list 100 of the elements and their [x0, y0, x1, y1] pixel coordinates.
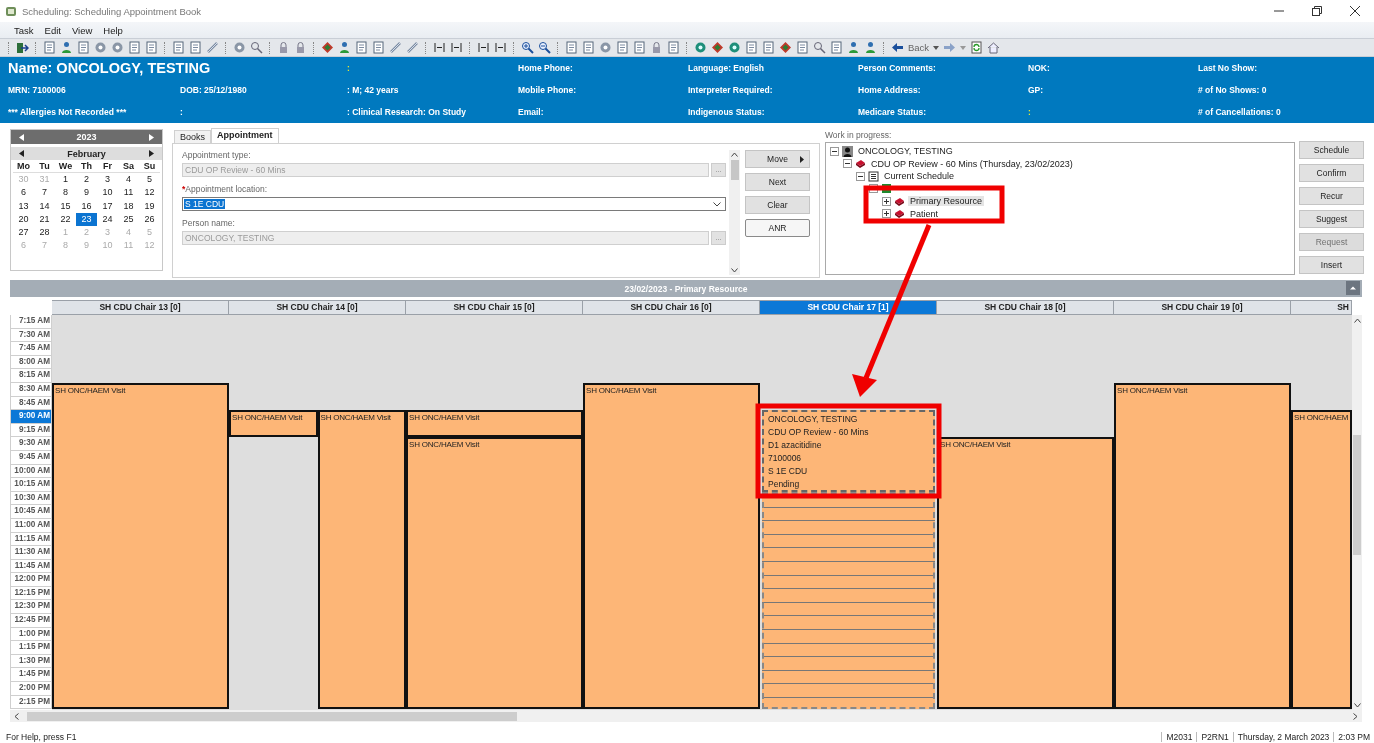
document-icon[interactable]: [582, 41, 595, 54]
expand-icon[interactable]: [882, 209, 891, 219]
appointment-block[interactable]: SH ONC/HAEM Visit: [52, 382, 229, 710]
appointment-block[interactable]: SH ONC/HAEM Visit: [406, 410, 583, 438]
previous-year-icon[interactable]: [19, 133, 24, 141]
diamond-icon[interactable]: [711, 41, 724, 54]
appointment-block[interactable]: SH ONC/HAEM Visit: [317, 410, 406, 710]
next-year-icon[interactable]: [149, 133, 154, 141]
calendar-day[interactable]: 20: [13, 212, 34, 226]
column-header[interactable]: SH CDU Chair 14 [0]: [229, 300, 406, 315]
calendar-day[interactable]: 6: [13, 186, 34, 200]
calendar-day[interactable]: 11: [118, 186, 139, 200]
document-icon[interactable]: [745, 41, 758, 54]
document-icon[interactable]: [762, 41, 775, 54]
document-icon[interactable]: [667, 41, 680, 54]
close-icon[interactable]: [1350, 6, 1360, 16]
next-month-icon[interactable]: [149, 150, 154, 157]
document-icon[interactable]: [633, 41, 646, 54]
zoom-in-icon[interactable]: [521, 41, 534, 54]
document-icon[interactable]: [43, 41, 56, 54]
lock-icon[interactable]: [277, 41, 290, 54]
action-button[interactable]: Confirm: [1299, 164, 1364, 182]
calendar-day[interactable]: 24: [97, 212, 118, 226]
scrollbar[interactable]: [1352, 315, 1362, 710]
calendar-day[interactable]: 3: [97, 173, 118, 187]
calendar-day[interactable]: 13: [13, 199, 34, 213]
diamond-icon[interactable]: [321, 41, 334, 54]
document-icon[interactable]: [172, 41, 185, 54]
calendar-day[interactable]: 26: [139, 212, 160, 226]
expand-icon[interactable]: [882, 196, 891, 206]
column-header[interactable]: SH CDU Chair 13 [0]: [52, 300, 229, 315]
scroll-down-icon[interactable]: [1353, 703, 1361, 708]
gear-icon[interactable]: [599, 41, 612, 54]
column-header[interactable]: SH CDU Chair 19 [0]: [1114, 300, 1291, 315]
scroll-right-icon[interactable]: [1353, 712, 1358, 720]
back-arrow-icon[interactable]: [891, 41, 904, 54]
person-icon[interactable]: [847, 41, 860, 54]
menu-item[interactable]: Task: [14, 24, 34, 36]
document-icon[interactable]: [145, 41, 158, 54]
lock-icon[interactable]: [650, 41, 663, 54]
refresh-icon[interactable]: [970, 41, 984, 54]
scroll-up-icon[interactable]: [1353, 318, 1361, 323]
back-button[interactable]: Back: [908, 42, 930, 53]
column-header[interactable]: SH CDU Chair 17 [1]: [760, 300, 937, 315]
appointment-block[interactable]: SH ONC/HAEM Visit: [937, 437, 1114, 710]
action-button[interactable]: Insert: [1299, 256, 1364, 274]
person-icon[interactable]: [60, 41, 73, 54]
calendar-day[interactable]: 17: [97, 199, 118, 213]
document-icon[interactable]: [372, 41, 385, 54]
document-icon[interactable]: [77, 41, 90, 54]
calendar-day[interactable]: 19: [139, 199, 160, 213]
bar-icon[interactable]: [494, 41, 507, 54]
tree-item[interactable]: Primary Resource: [908, 196, 985, 207]
scroll-down-icon[interactable]: [731, 268, 738, 273]
appointment-block[interactable]: SH ONC/HAEM Visit: [583, 382, 760, 710]
scrollbar[interactable]: [10, 710, 1362, 722]
document-icon[interactable]: [355, 41, 368, 54]
calendar-day[interactable]: 10: [97, 186, 118, 200]
calendar-day[interactable]: 15: [55, 199, 76, 213]
calendar-day[interactable]: 1: [55, 173, 76, 187]
calendar-day[interactable]: 4: [118, 173, 139, 187]
calendar-day[interactable]: 5: [139, 173, 160, 187]
column-header[interactable]: SH CDU Chair 15 [0]: [406, 300, 583, 315]
column-header[interactable]: SH: [1291, 300, 1352, 315]
calendar-day[interactable]: 28: [34, 225, 55, 240]
lock-icon[interactable]: [294, 41, 307, 54]
diamond-icon[interactable]: [779, 41, 792, 54]
calendar-day[interactable]: 21: [34, 212, 55, 226]
open-slot-area[interactable]: [762, 491, 935, 710]
appointment-block[interactable]: SH ONC/HAEM Visit: [229, 410, 318, 438]
previous-month-icon[interactable]: [19, 150, 24, 157]
calendar-day[interactable]: 2: [76, 173, 97, 187]
calendar-day[interactable]: 14: [34, 199, 55, 213]
person-icon[interactable]: [864, 41, 877, 54]
document-icon[interactable]: [565, 41, 578, 54]
scroll-thumb[interactable]: [27, 711, 517, 721]
action-button[interactable]: Recur: [1299, 187, 1364, 205]
menu-item[interactable]: Edit: [44, 24, 61, 36]
calendar-day[interactable]: 7: [34, 186, 55, 200]
gear-icon[interactable]: [111, 41, 124, 54]
menu-item[interactable]: Help: [103, 24, 123, 36]
person-icon[interactable]: [338, 41, 351, 54]
scroll-thumb[interactable]: [730, 160, 739, 180]
tree-item[interactable]: CDU OP Review - 60 Mins (Thursday, 23/02/2023): [869, 158, 1075, 169]
zoom-out-icon[interactable]: [538, 41, 551, 54]
document-icon[interactable]: [830, 41, 843, 54]
tree-item[interactable]: ONCOLOGY, TESTING: [856, 146, 955, 157]
action-button[interactable]: Next: [745, 173, 810, 191]
tab[interactable]: Appointment: [211, 128, 279, 143]
document-icon[interactable]: [616, 41, 629, 54]
calendar-day[interactable]: 23: [76, 212, 97, 226]
calendar-day[interactable]: 22: [55, 212, 76, 226]
disc-icon[interactable]: [728, 41, 741, 54]
document-icon[interactable]: [189, 41, 202, 54]
tab[interactable]: Books: [174, 130, 211, 143]
collapse-icon[interactable]: [830, 146, 839, 156]
action-button[interactable]: ANR: [745, 219, 810, 237]
bar-icon[interactable]: [433, 41, 446, 54]
calendar-day[interactable]: 12: [139, 186, 160, 200]
calendar-day[interactable]: 25: [118, 212, 139, 226]
